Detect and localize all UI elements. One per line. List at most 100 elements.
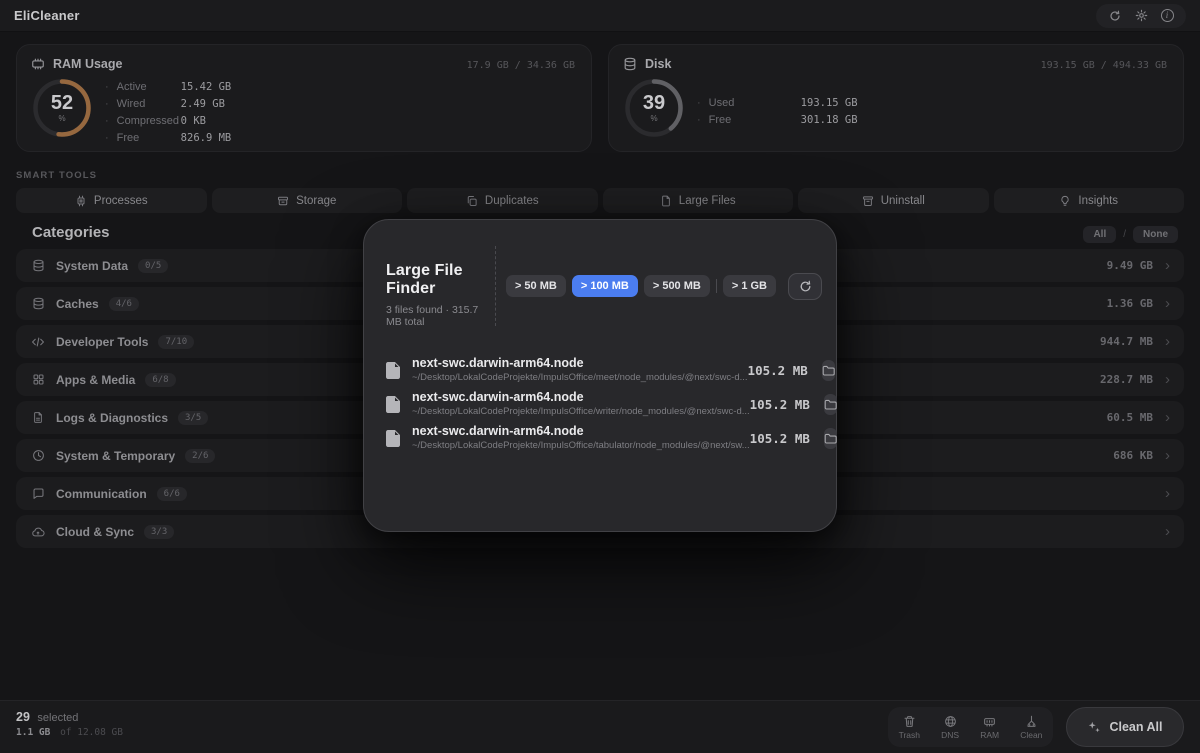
reveal-in-folder-button[interactable] <box>822 360 835 381</box>
disk-icon <box>623 57 637 71</box>
disk-progress-ring: 39 % <box>623 77 685 139</box>
disk-stat-free: ·Free301.18 GB <box>697 114 858 126</box>
chevron-right-icon: › <box>1165 413 1170 423</box>
memory-icon <box>31 57 45 71</box>
storage-icon <box>277 195 289 207</box>
category-size: 944.7 MB <box>1100 335 1153 348</box>
category-badge: 4/6 <box>109 297 139 311</box>
file-name: next-swc.darwin-arm64.node <box>412 391 750 404</box>
clean-all-button[interactable]: Clean All <box>1066 707 1184 747</box>
chevron-right-icon: › <box>1165 451 1170 461</box>
filter-100mb-button[interactable]: > 100 MB <box>572 275 638 297</box>
select-separator: / <box>1123 229 1126 240</box>
chevron-right-icon: › <box>1165 261 1170 271</box>
selected-count: 29 <box>16 710 30 724</box>
category-size: 1.36 GB <box>1107 297 1153 310</box>
category-badge: 6/8 <box>145 373 175 387</box>
title-bar-actions: i <box>1096 4 1186 28</box>
file-size: 105.2 MB <box>750 397 810 412</box>
file-row[interactable]: next-swc.darwin-arm64.node ~/Desktop/Lok… <box>374 387 826 421</box>
select-all-button[interactable]: All <box>1083 226 1116 243</box>
large-files-icon <box>660 195 672 207</box>
bottom-bar: 29 selected 1.1 GB of 12.08 GB Trash DNS… <box>0 700 1200 753</box>
ram-stats: ·Active15.42 GB ·Wired2.49 GB ·Compresse… <box>105 81 231 144</box>
globe-icon <box>944 715 957 728</box>
filter-1gb-button[interactable]: > 1 GB <box>723 275 776 297</box>
filter-separator <box>716 279 717 293</box>
tab-uninstall[interactable]: Uninstall <box>798 188 989 213</box>
reveal-in-folder-button[interactable] <box>824 394 837 415</box>
trash-button[interactable]: Trash <box>899 715 920 740</box>
clock-icon <box>30 449 46 462</box>
file-icon <box>386 362 400 379</box>
tab-storage[interactable]: Storage <box>212 188 403 213</box>
dns-button[interactable]: DNS <box>941 715 959 740</box>
chevron-right-icon: › <box>1165 337 1170 347</box>
code-icon <box>30 336 46 348</box>
tab-large-files[interactable]: Large Files <box>603 188 794 213</box>
chevron-right-icon: › <box>1165 489 1170 499</box>
duplicates-icon <box>466 195 478 207</box>
sparkles-icon <box>1087 720 1101 734</box>
title-bar: EliCleaner i <box>0 0 1200 32</box>
file-path: ~/Desktop/LokalCodeProjekte/ImpulsOffice… <box>412 406 750 417</box>
refresh-icon[interactable] <box>1104 7 1126 25</box>
disk-summary: 193.15 GB / 494.33 GB <box>1041 60 1167 71</box>
filter-500mb-button[interactable]: > 500 MB <box>644 275 710 297</box>
category-badge: 6/6 <box>157 487 187 501</box>
database-icon <box>30 259 46 272</box>
modal-header: Large File Finder 3 files found · 315.7 … <box>364 246 822 326</box>
app-title: EliCleaner <box>14 8 80 23</box>
reveal-in-folder-button[interactable] <box>824 428 837 449</box>
ram-progress-ring: 52 % <box>31 77 93 139</box>
disk-card: Disk 193.15 GB / 494.33 GB 39 % ·Used193… <box>608 44 1184 152</box>
uninstall-icon <box>862 195 874 207</box>
file-list: next-swc.darwin-arm64.node ~/Desktop/Lok… <box>374 353 826 455</box>
quick-actions-panel: Trash DNS RAM Clean <box>888 707 1053 747</box>
selected-size: 1.1 GB <box>16 727 50 738</box>
ram-button[interactable]: RAM <box>980 715 999 740</box>
category-badge: 3/5 <box>178 411 208 425</box>
rescan-button[interactable] <box>788 273 822 300</box>
categories-heading: Categories <box>32 224 110 241</box>
file-row[interactable]: next-swc.darwin-arm64.node ~/Desktop/Lok… <box>374 421 826 455</box>
disk-percent: 39 <box>643 93 665 113</box>
disk-stats: ·Used193.15 GB ·Free301.18 GB <box>697 97 858 126</box>
category-badge: 0/5 <box>138 259 168 273</box>
file-name: next-swc.darwin-arm64.node <box>412 425 750 438</box>
tab-processes[interactable]: Processes <box>16 188 207 213</box>
ram-stat-wired: ·Wired2.49 GB <box>105 98 231 110</box>
smart-tools-tabs: Processes Storage Duplicates Large Files… <box>16 188 1184 213</box>
select-none-button[interactable]: None <box>1133 226 1178 243</box>
category-badge: 7/10 <box>158 335 194 349</box>
chevron-right-icon: › <box>1165 527 1170 537</box>
category-size: 9.49 GB <box>1107 259 1153 272</box>
tab-insights[interactable]: Insights <box>994 188 1185 213</box>
cache-icon <box>30 297 46 310</box>
category-size: 228.7 MB <box>1100 373 1153 386</box>
file-icon <box>386 396 400 413</box>
tab-duplicates[interactable]: Duplicates <box>407 188 598 213</box>
filter-bar: > 50 MB > 100 MB > 500 MB > 1 GB <box>496 246 822 326</box>
file-row[interactable]: next-swc.darwin-arm64.node ~/Desktop/Lok… <box>374 353 826 387</box>
disk-card-title: Disk <box>645 57 671 71</box>
disk-percent-unit: % <box>650 114 657 123</box>
category-size: 60.5 MB <box>1107 411 1153 424</box>
category-badge: 2/6 <box>185 449 215 463</box>
total-size: of 12.08 GB <box>60 727 123 738</box>
selected-label: selected <box>37 712 78 724</box>
modal-subtitle: 3 files found · 315.7 MB total <box>386 304 495 328</box>
file-path: ~/Desktop/LokalCodeProjekte/ImpulsOffice… <box>412 440 750 451</box>
clean-button[interactable]: Clean <box>1020 715 1042 740</box>
gear-icon[interactable] <box>1130 7 1152 25</box>
category-size: 686 KB <box>1113 449 1153 462</box>
chevron-right-icon: › <box>1165 375 1170 385</box>
ram-percent: 52 <box>51 93 73 113</box>
filter-50mb-button[interactable]: > 50 MB <box>506 275 566 297</box>
app-window: EliCleaner i RAM Usage <box>0 0 1200 753</box>
info-icon[interactable]: i <box>1156 7 1178 25</box>
trash-icon <box>903 715 916 728</box>
document-icon <box>30 411 46 424</box>
smart-tools-label: SMART TOOLS <box>16 170 97 181</box>
ram-percent-unit: % <box>58 114 65 123</box>
